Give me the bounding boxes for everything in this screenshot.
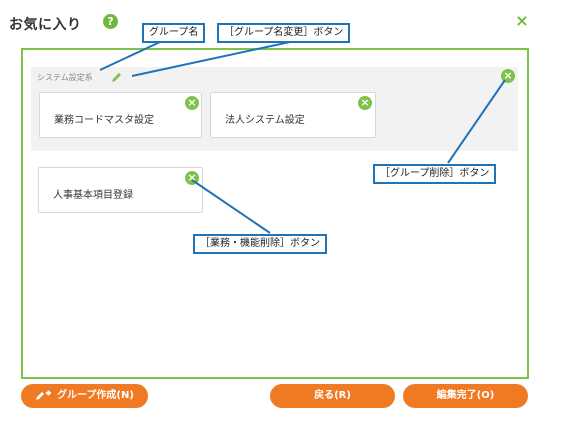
group-name-label: システム設定系: [37, 73, 93, 82]
close-icon[interactable]: ×: [515, 13, 529, 29]
finish-edit-label: 編集完了(O): [436, 390, 495, 401]
dialog-title: お気に入り: [9, 17, 82, 33]
item-delete-icon[interactable]: ×: [358, 96, 372, 110]
pencil-icon[interactable]: [111, 72, 122, 83]
item-delete-icon[interactable]: ×: [185, 96, 199, 110]
help-icon[interactable]: ?: [103, 14, 118, 29]
create-group-label: グループ作成(N): [57, 390, 134, 401]
item-delete-icon[interactable]: ×: [185, 171, 199, 185]
favorite-item-label: 人事基本項目登録: [53, 190, 133, 201]
favorite-item-card[interactable]: 人事基本項目登録 ×: [38, 167, 203, 213]
finish-edit-button[interactable]: 編集完了(O): [403, 384, 528, 408]
favorite-item-card[interactable]: 法人システム設定 ×: [210, 92, 376, 138]
callout-group-name: グループ名: [142, 23, 206, 43]
favorite-item-label: 業務コードマスタ設定: [54, 115, 154, 126]
pencil-plus-icon: [36, 390, 52, 400]
back-label: 戻る(R): [314, 390, 351, 401]
favorite-item-card[interactable]: 業務コードマスタ設定 ×: [39, 92, 202, 138]
favorite-item-label: 法人システム設定: [225, 115, 305, 126]
callout-group-delete: ［グループ削除］ボタン: [373, 164, 497, 184]
group-delete-icon[interactable]: ×: [501, 69, 515, 83]
create-group-button[interactable]: グループ作成(N): [21, 384, 148, 408]
callout-rename-button: ［グループ名変更］ボタン: [217, 23, 351, 43]
callout-item-delete: ［業務・機能削除］ボタン: [193, 234, 327, 254]
back-button[interactable]: 戻る(R): [270, 384, 395, 408]
